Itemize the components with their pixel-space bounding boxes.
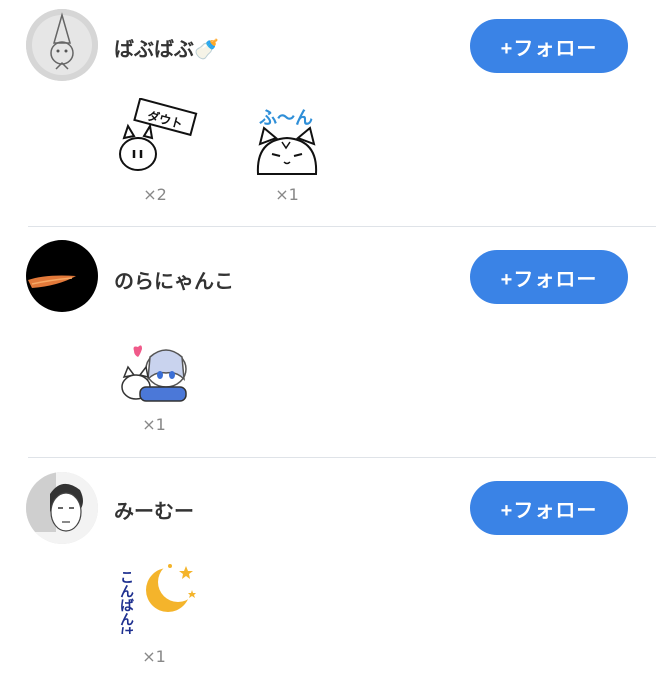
- sticker-konbanwa[interactable]: こんばんは: [110, 560, 200, 634]
- sticker-text: ふ〜ん: [259, 108, 313, 129]
- sticker-count: ×2: [143, 185, 167, 204]
- sticker-count: ×1: [275, 185, 299, 204]
- username[interactable]: みーむー: [114, 495, 194, 524]
- username[interactable]: のらにゃんこ: [114, 265, 234, 294]
- user-card: のらにゃんこ +フォロー ×1: [0, 227, 656, 457]
- avatar[interactable]: [26, 240, 98, 312]
- user-card: ばぶばぶ🍼 +フォロー ダウト ×2 ふ〜ん ×1: [0, 0, 656, 226]
- user-card: みーむー +フォロー こんばんは ×1: [0, 458, 656, 680]
- follow-button[interactable]: +フォロー: [470, 481, 628, 535]
- sticker-count: ×1: [142, 415, 166, 434]
- username[interactable]: ばぶばぶ🍼: [114, 33, 219, 62]
- sticker-doubt[interactable]: ダウト: [108, 98, 198, 172]
- avatar[interactable]: [26, 9, 98, 81]
- follow-button[interactable]: +フォロー: [470, 19, 628, 73]
- sticker-count: ×1: [142, 647, 166, 666]
- sticker-hug[interactable]: [110, 337, 200, 411]
- sticker-text: こんばんは: [118, 570, 134, 634]
- sticker-fun[interactable]: ふ〜ん: [242, 104, 332, 178]
- avatar[interactable]: [26, 472, 98, 544]
- follow-button[interactable]: +フォロー: [470, 250, 628, 304]
